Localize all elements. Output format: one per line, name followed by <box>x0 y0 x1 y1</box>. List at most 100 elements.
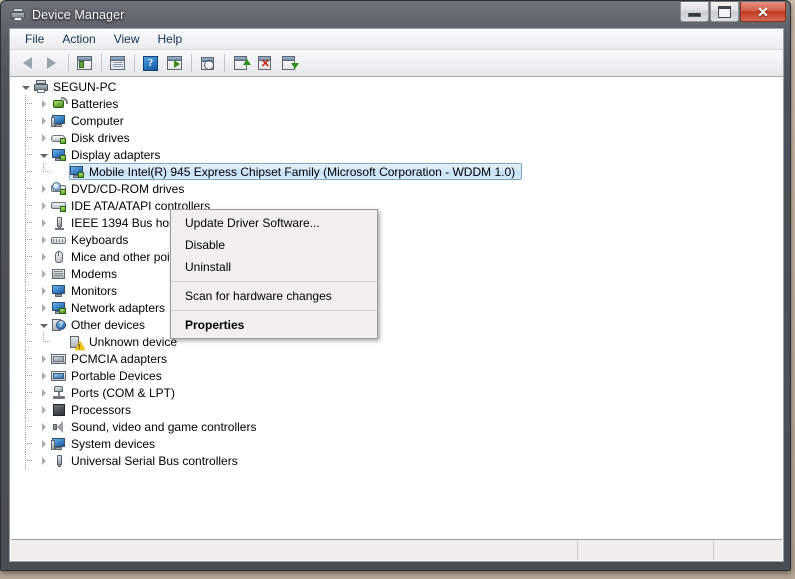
forward-arrow-icon[interactable] <box>40 52 63 74</box>
tree-item[interactable]: Disk drives <box>11 129 782 146</box>
ctx-properties[interactable]: Properties <box>171 314 377 336</box>
chevron-right-icon[interactable] <box>36 299 51 316</box>
tree-connector-line <box>25 443 33 444</box>
chevron-right-icon[interactable] <box>36 95 51 112</box>
menu-view[interactable]: View <box>105 30 149 48</box>
sound-controller-icon <box>51 419 67 435</box>
tree-item[interactable]: System devices <box>11 435 782 452</box>
maximize-button[interactable] <box>710 2 739 22</box>
menu-file[interactable]: File <box>16 30 53 48</box>
tree-connector-line <box>25 392 33 393</box>
tree-item[interactable]: Universal Serial Bus controllers <box>11 452 782 469</box>
show-details-glyph <box>167 56 182 70</box>
chevron-right-icon[interactable] <box>36 129 51 146</box>
tree-item[interactable]: ? Other devices <box>11 316 782 333</box>
uninstall-device-icon[interactable] <box>277 52 300 74</box>
status-pane-two <box>577 540 713 560</box>
chevron-right-icon[interactable] <box>36 418 51 435</box>
tree-item-label: Mobile Intel(R) 945 Express Chipset Fami… <box>89 164 516 179</box>
chevron-right-icon[interactable] <box>36 384 51 401</box>
disable-device-glyph: ✕ <box>258 56 271 70</box>
status-bar <box>11 539 782 560</box>
close-button[interactable]: ✕ <box>740 2 786 22</box>
help-icon[interactable]: ? <box>139 52 162 74</box>
tree-item-label: Disk drives <box>71 130 130 145</box>
tree-item[interactable]: Mobile Intel(R) 945 Express Chipset Fami… <box>11 163 782 180</box>
tree-item[interactable]: Computer <box>11 112 782 129</box>
display-adapter-icon <box>69 164 85 180</box>
ieee1394-icon <box>51 215 67 231</box>
properties-icon[interactable] <box>106 52 129 74</box>
tree-item-label: Monitors <box>71 283 118 298</box>
tree-item-label: DVD/CD-ROM drives <box>71 181 185 196</box>
tree-item[interactable]: Processors <box>11 401 782 418</box>
tree-connector-line <box>25 460 33 461</box>
chevron-right-icon[interactable] <box>36 248 51 265</box>
tree-connector-line <box>25 409 33 410</box>
tree-item[interactable]: Mice and other pointing devices <box>11 248 782 265</box>
show-details-icon[interactable] <box>163 52 186 74</box>
tree-item[interactable]: Network adapters <box>11 299 782 316</box>
menu-action[interactable]: Action <box>53 30 104 48</box>
chevron-right-icon[interactable] <box>36 265 51 282</box>
computer-root-icon <box>33 79 49 95</box>
usb-controller-icon <box>51 453 67 469</box>
menu-help[interactable]: Help <box>149 30 192 48</box>
tree-connector-line <box>25 239 33 240</box>
tree-item[interactable]: IEEE 1394 Bus host controllers <box>11 214 782 231</box>
chevron-right-icon[interactable] <box>36 231 51 248</box>
scan-hardware-icon[interactable] <box>196 52 219 74</box>
tree-item[interactable]: DVD/CD-ROM drives <box>11 180 782 197</box>
disk-drive-icon <box>51 130 67 146</box>
tree-item[interactable]: Ports (COM & LPT) <box>11 384 782 401</box>
tree-item[interactable]: ! Unknown device <box>11 333 782 351</box>
chevron-right-icon[interactable] <box>36 214 51 231</box>
chevron-right-icon[interactable] <box>36 112 51 129</box>
modem-icon <box>51 266 67 282</box>
tree-item[interactable]: Portable Devices <box>11 367 782 384</box>
tree-item-label: Batteries <box>71 96 119 111</box>
chevron-right-icon[interactable] <box>36 435 51 452</box>
chevron-right-icon[interactable] <box>36 401 51 418</box>
ctx-separator-1 <box>171 281 377 282</box>
chevron-right-icon[interactable] <box>36 197 51 214</box>
forward-arrow-glyph <box>47 57 56 69</box>
chevron-right-icon[interactable] <box>36 452 51 469</box>
chevron-right-icon[interactable] <box>36 367 51 384</box>
tree-item[interactable]: Display adapters <box>11 146 782 163</box>
title-bar[interactable]: Device Manager ✕ <box>1 1 790 28</box>
tree-connector-line <box>25 324 33 325</box>
ctx-uninstall[interactable]: Uninstall <box>171 256 377 278</box>
chevron-right-icon[interactable] <box>36 282 51 299</box>
tree-item[interactable]: Batteries <box>11 95 782 112</box>
device-tree[interactable]: SEGUN-PC Batteries Computer Disk drives Disp… <box>11 78 782 538</box>
tree-connector-line <box>25 103 33 104</box>
context-menu[interactable]: Update Driver Software... Disable Uninstal… <box>170 209 378 339</box>
back-arrow-icon[interactable] <box>16 52 39 74</box>
tree-item[interactable]: Keyboards <box>11 231 782 248</box>
tree-item[interactable]: Sound, video and game controllers <box>11 418 782 435</box>
chevron-right-icon[interactable] <box>36 350 51 367</box>
disable-device-icon[interactable]: ✕ <box>253 52 276 74</box>
ctx-disable[interactable]: Disable <box>171 234 377 256</box>
mouse-icon <box>51 249 67 265</box>
chevron-down-icon[interactable] <box>18 78 33 95</box>
ctx-update-driver-software[interactable]: Update Driver Software... <box>171 212 377 234</box>
tree-item[interactable]: IDE ATA/ATAPI controllers <box>11 197 782 214</box>
tree-item[interactable]: PCMCIA adapters <box>11 350 782 367</box>
tree-item[interactable]: Modems <box>11 265 782 282</box>
close-icon: ✕ <box>757 3 769 20</box>
tree-item[interactable]: SEGUN-PC <box>11 78 782 95</box>
ctx-scan-for-hardware-changes[interactable]: Scan for hardware changes <box>171 285 377 307</box>
show-tree-icon[interactable] <box>73 52 96 74</box>
tree-connector-line <box>25 120 33 121</box>
keyboard-icon <box>51 232 67 248</box>
update-driver-icon[interactable] <box>229 52 252 74</box>
chevron-down-icon[interactable] <box>36 146 51 163</box>
tree-connector-line <box>25 426 33 427</box>
tree-item[interactable]: Monitors <box>11 282 782 299</box>
chevron-right-icon[interactable] <box>36 180 51 197</box>
minimize-button[interactable] <box>680 2 709 22</box>
unknown-device-warning-icon: ! <box>69 334 85 351</box>
chevron-down-icon[interactable] <box>36 316 51 333</box>
